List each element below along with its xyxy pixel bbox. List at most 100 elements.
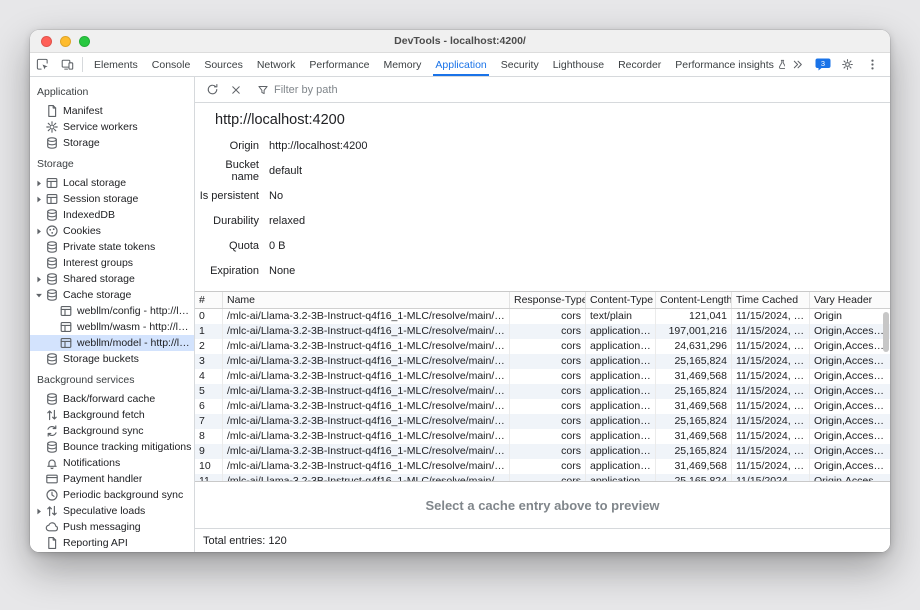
refresh-button[interactable]: [200, 78, 224, 102]
sidebar-item-back-forward-cache[interactable]: Back/forward cache: [30, 391, 194, 407]
table-row-7[interactable]: 7/mlc-ai/Llama-3.2-3B-Instruct-q4f16_1-M…: [195, 414, 890, 429]
sidebar-item-background-fetch[interactable]: Background fetch: [30, 407, 194, 423]
chevron-right-icon[interactable]: [34, 195, 44, 204]
column-header-name[interactable]: Name: [223, 292, 510, 308]
chevron-down-icon[interactable]: [34, 291, 44, 300]
table-row-8[interactable]: 8/mlc-ai/Llama-3.2-3B-Instruct-q4f16_1-M…: [195, 429, 890, 444]
chevron-right-icon[interactable]: [34, 507, 44, 516]
tab-recorder[interactable]: Recorder: [611, 53, 668, 76]
minimize-window-button[interactable]: [60, 36, 71, 47]
zoom-window-button[interactable]: [79, 36, 90, 47]
inspect-element-button[interactable]: [30, 53, 55, 76]
tab-label: Network: [257, 59, 296, 71]
sidebar-item-storage[interactable]: Storage: [30, 135, 194, 151]
expander-spacer: [34, 539, 44, 548]
tab-sources[interactable]: Sources: [197, 53, 250, 76]
table-row-11[interactable]: 11/mlc-ai/Llama-3.2-3B-Instruct-q4f16_1-…: [195, 474, 890, 481]
tab-network[interactable]: Network: [250, 53, 303, 76]
delete-button[interactable]: [224, 78, 248, 102]
tab-security[interactable]: Security: [494, 53, 546, 76]
expander-spacer: [34, 107, 44, 116]
device-toolbar-button[interactable]: [55, 53, 80, 76]
sidebar-item-background-sync[interactable]: Background sync: [30, 423, 194, 439]
table-row-0[interactable]: 0/mlc-ai/Llama-3.2-3B-Instruct-q4f16_1-M…: [195, 309, 890, 324]
cell-vary-header: Origin,Access…: [810, 459, 890, 474]
tab-label: Console: [152, 59, 191, 71]
table-row-5[interactable]: 5/mlc-ai/Llama-3.2-3B-Instruct-q4f16_1-M…: [195, 384, 890, 399]
preview-placeholder: Select a cache entry above to preview: [425, 498, 659, 513]
sidebar-item-cache-storage[interactable]: Cache storage: [30, 287, 194, 303]
table-icon: [59, 304, 73, 318]
tab-performance[interactable]: Performance: [302, 53, 376, 76]
sidebar-item-shared-storage[interactable]: Shared storage: [30, 271, 194, 287]
table-row-2[interactable]: 2/mlc-ai/Llama-3.2-3B-Instruct-q4f16_1-M…: [195, 339, 890, 354]
sidebar-item-bounce-tracking-mitigations[interactable]: Bounce tracking mitigations: [30, 439, 194, 455]
sidebar-item-service-workers[interactable]: Service workers: [30, 119, 194, 135]
table-row-9[interactable]: 9/mlc-ai/Llama-3.2-3B-Instruct-q4f16_1-M…: [195, 444, 890, 459]
meta-row-durability: Durabilityrelaxed: [195, 208, 890, 233]
menu-button[interactable]: [860, 58, 885, 71]
sidebar-item-webllm-model-http-loc[interactable]: webllm/model - http://loc…: [30, 335, 194, 351]
sidebar-item-reporting-api[interactable]: Reporting API: [30, 535, 194, 551]
cell-index: 6: [195, 399, 223, 414]
sidebar-item-push-messaging[interactable]: Push messaging: [30, 519, 194, 535]
tab-application[interactable]: Application: [428, 53, 493, 76]
tab-memory[interactable]: Memory: [376, 53, 428, 76]
tabbar-divider: [82, 57, 83, 72]
cell-response-type: cors: [510, 459, 586, 474]
sidebar-item-private-state-tokens[interactable]: Private state tokens: [30, 239, 194, 255]
column-header-content-type[interactable]: Content-Type: [586, 292, 656, 308]
messages-button[interactable]: 3: [810, 58, 835, 71]
column-header-time-cached[interactable]: Time Cached: [732, 292, 810, 308]
tab-console[interactable]: Console: [145, 53, 198, 76]
cell-time-cached: 11/15/2024, 10…: [732, 444, 810, 459]
tab-label: Sources: [204, 59, 243, 71]
filter-input[interactable]: [274, 84, 504, 96]
sidebar-item-speculative-loads[interactable]: Speculative loads: [30, 503, 194, 519]
tab-lighthouse[interactable]: Lighthouse: [546, 53, 611, 76]
sidebar-item-webllm-wasm-http-loca[interactable]: webllm/wasm - http://loca…: [30, 319, 194, 335]
table-scrollbar[interactable]: [883, 312, 889, 352]
sidebar-item-payment-handler[interactable]: Payment handler: [30, 471, 194, 487]
sidebar-item-manifest[interactable]: Manifest: [30, 103, 194, 119]
chevron-right-icon[interactable]: [34, 275, 44, 284]
sidebar-item-cookies[interactable]: Cookies: [30, 223, 194, 239]
table-row-1[interactable]: 1/mlc-ai/Llama-3.2-3B-Instruct-q4f16_1-M…: [195, 324, 890, 339]
table-row-10[interactable]: 10/mlc-ai/Llama-3.2-3B-Instruct-q4f16_1-…: [195, 459, 890, 474]
sidebar-item-label: Periodic background sync: [63, 489, 183, 501]
more-tabs-button[interactable]: [785, 58, 810, 71]
table-row-6[interactable]: 6/mlc-ai/Llama-3.2-3B-Instruct-q4f16_1-M…: [195, 399, 890, 414]
expander-spacer: [34, 395, 44, 404]
column-header-response-type[interactable]: Response-Type: [510, 292, 586, 308]
meta-value: http://localhost:4200: [269, 140, 367, 152]
chevron-right-icon[interactable]: [34, 179, 44, 188]
cell-content-length: 25,165,824: [656, 414, 732, 429]
sidebar-item-session-storage[interactable]: Session storage: [30, 191, 194, 207]
settings-button[interactable]: [835, 58, 860, 71]
cell-vary-header: Origin,Access…: [810, 399, 890, 414]
column-header-index[interactable]: #: [195, 292, 223, 308]
sidebar-item-periodic-background-sync[interactable]: Periodic background sync: [30, 487, 194, 503]
close-window-button[interactable]: [41, 36, 52, 47]
cell-time-cached: 11/15/2024, 10…: [732, 309, 810, 324]
sidebar-item-indexeddb[interactable]: IndexedDB: [30, 207, 194, 223]
sidebar-item-storage-buckets[interactable]: Storage buckets: [30, 351, 194, 367]
tab-performance-insights[interactable]: Performance insights: [668, 53, 785, 76]
sidebar-item-notifications[interactable]: Notifications: [30, 455, 194, 471]
chevron-right-icon[interactable]: [34, 227, 44, 236]
devtools-content: ApplicationManifestService workersStorag…: [30, 77, 890, 552]
table-row-4[interactable]: 4/mlc-ai/Llama-3.2-3B-Instruct-q4f16_1-M…: [195, 369, 890, 384]
table-row-3[interactable]: 3/mlc-ai/Llama-3.2-3B-Instruct-q4f16_1-M…: [195, 354, 890, 369]
cell-index: 10: [195, 459, 223, 474]
sidebar-item-label: Back/forward cache: [63, 393, 155, 405]
column-header-content-length[interactable]: Content-Length: [656, 292, 732, 308]
meta-value: default: [269, 165, 302, 177]
column-header-vary-header[interactable]: Vary Header: [810, 292, 890, 308]
sidebar-item-webllm-config-http-loc[interactable]: webllm/config - http://loc…: [30, 303, 194, 319]
cell-content-type: application/oc…: [586, 474, 656, 481]
window-title: DevTools - localhost:4200/: [30, 35, 890, 47]
cell-index: 0: [195, 309, 223, 324]
tab-elements[interactable]: Elements: [87, 53, 145, 76]
sidebar-item-interest-groups[interactable]: Interest groups: [30, 255, 194, 271]
sidebar-item-local-storage[interactable]: Local storage: [30, 175, 194, 191]
